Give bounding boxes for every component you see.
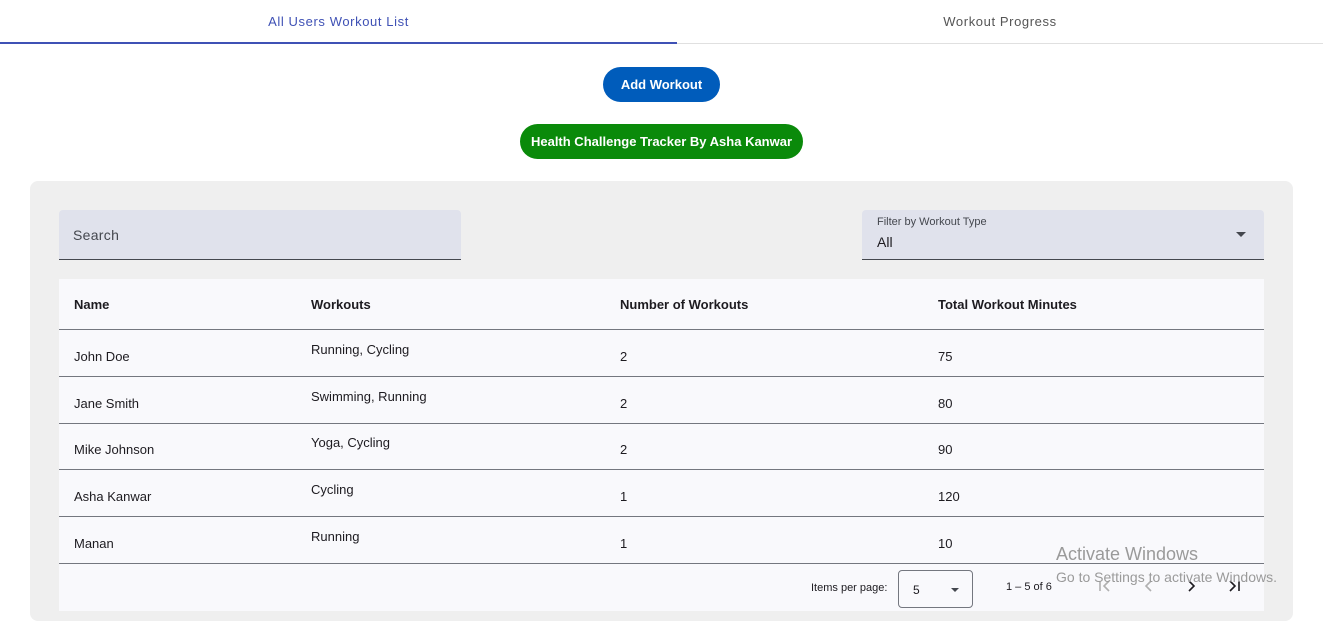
- activate-windows-watermark-subtitle: Go to Settings to activate Windows.: [1056, 569, 1277, 585]
- cell-name: John Doe: [74, 349, 130, 364]
- cell-minutes: 80: [938, 396, 953, 411]
- cell-count: 1: [620, 489, 628, 504]
- table-row: Mike Johnson Yoga, Cycling 2 90: [59, 423, 1264, 470]
- arrow-drop-down-icon: [1236, 232, 1246, 237]
- workout-type-filter-select[interactable]: Filter by Workout Type All: [862, 210, 1264, 260]
- cell-minutes: 120: [938, 489, 960, 504]
- table-row: Asha Kanwar Cycling 1 120: [59, 470, 1264, 517]
- health-challenge-tracker-button[interactable]: Health Challenge Tracker By Asha Kanwar: [520, 124, 803, 159]
- cell-count: 2: [620, 349, 628, 364]
- table-row: John Doe Running, Cycling 2 75: [59, 330, 1264, 377]
- paginator: Items per page: 5 1 – 5 of 6: [59, 560, 1264, 611]
- cell-name: Manan: [74, 536, 114, 551]
- cell-workouts: Cycling: [311, 482, 354, 497]
- cell-count: 1: [620, 536, 628, 551]
- header-total-workout-minutes[interactable]: Total Workout Minutes: [938, 297, 1077, 312]
- cell-name: Asha Kanwar: [74, 489, 152, 504]
- tab-bar: All Users Workout List Workout Progress: [0, 0, 1323, 44]
- page-size-select[interactable]: 5: [898, 570, 973, 608]
- filter-value: All: [877, 234, 893, 250]
- header-number-of-workouts[interactable]: Number of Workouts: [620, 297, 748, 312]
- header-name[interactable]: Name: [74, 297, 109, 312]
- search-placeholder: Search: [73, 227, 120, 243]
- cell-count: 2: [620, 442, 628, 457]
- filter-label: Filter by Workout Type: [877, 216, 987, 228]
- cell-workouts: Swimming, Running: [311, 389, 427, 404]
- cell-workouts: Running, Cycling: [311, 342, 410, 357]
- cell-minutes: 75: [938, 349, 953, 364]
- active-tab-indicator: [0, 42, 677, 44]
- items-per-page-label: Items per page:: [811, 582, 888, 594]
- search-input[interactable]: Search: [59, 210, 461, 260]
- table-row: Jane Smith Swimming, Running 2 80: [59, 377, 1264, 424]
- cell-name: Jane Smith: [74, 396, 140, 411]
- page-range-label: 1 – 5 of 6: [1006, 581, 1052, 593]
- cell-workouts: Yoga, Cycling: [311, 435, 391, 450]
- header-workouts[interactable]: Workouts: [311, 297, 371, 312]
- tab-all-users-workout-list[interactable]: All Users Workout List: [0, 0, 677, 43]
- page-size-value: 5: [913, 583, 920, 597]
- cell-workouts: Running: [311, 529, 360, 544]
- arrow-drop-down-icon: [951, 588, 959, 592]
- activate-windows-watermark-title: Activate Windows: [1056, 544, 1199, 564]
- tab-workout-progress[interactable]: Workout Progress: [677, 0, 1323, 43]
- cell-name: Mike Johnson: [74, 442, 155, 457]
- cell-minutes: 10: [938, 536, 953, 551]
- add-workout-button[interactable]: Add Workout: [603, 67, 720, 102]
- cell-minutes: 90: [938, 442, 953, 457]
- cell-count: 2: [620, 396, 628, 411]
- table-header-row: Name Workouts Number of Workouts Total W…: [59, 279, 1264, 330]
